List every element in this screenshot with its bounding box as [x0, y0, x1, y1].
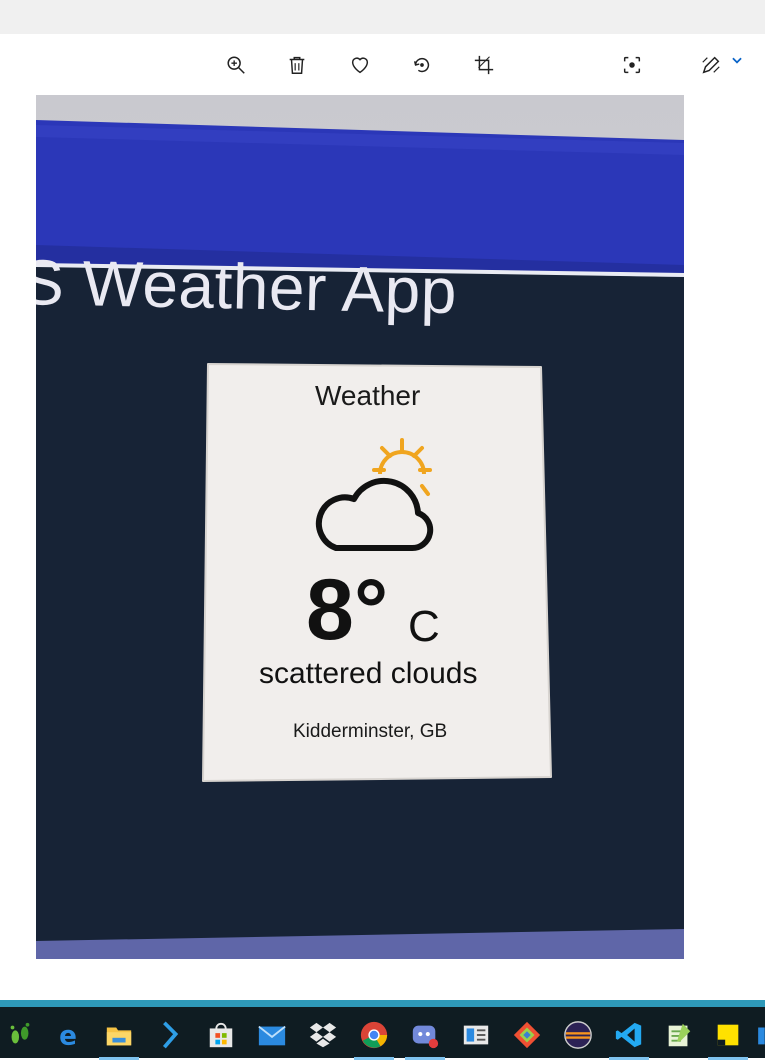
zoom-in-button[interactable]	[218, 48, 254, 82]
chevron-down-icon[interactable]	[730, 53, 744, 67]
footprints-app-icon[interactable]	[4, 1019, 36, 1051]
heart-icon	[351, 57, 369, 74]
zoom-in-icon	[227, 56, 245, 74]
temperature-value: 8°	[306, 562, 389, 658]
chrome-icon[interactable]	[354, 1019, 394, 1060]
location-label: Kidderminster, GB	[293, 721, 448, 742]
dropbox-icon[interactable]	[307, 1019, 339, 1051]
rotate-icon	[413, 57, 430, 73]
lens-icon	[623, 56, 641, 74]
crop-button[interactable]	[466, 48, 502, 82]
crop-icon	[474, 55, 494, 75]
discord-icon[interactable]	[405, 1019, 445, 1060]
file-explorer-icon[interactable]	[99, 1019, 139, 1060]
pen-icon	[702, 56, 720, 74]
edge-icon[interactable]: e	[52, 1019, 84, 1051]
overflow-app-icon[interactable]	[756, 1019, 765, 1051]
photo-viewer-image: S Weather App Weather 8° C scattered clo…	[36, 95, 684, 959]
window-title-bar	[0, 0, 765, 34]
weather-card-title: Weather	[315, 380, 421, 411]
reader-icon[interactable]	[460, 1019, 492, 1051]
visual-search-button[interactable]	[614, 48, 650, 82]
eclipse-icon[interactable]	[562, 1019, 594, 1051]
photo-toolbar	[0, 34, 765, 96]
weather-description: scattered clouds	[259, 657, 478, 690]
rotate-button[interactable]	[404, 48, 440, 82]
favorite-button[interactable]	[342, 48, 378, 82]
mail-icon[interactable]	[256, 1019, 288, 1051]
vscode-icon[interactable]	[609, 1019, 649, 1060]
notepad-plus-icon[interactable]	[663, 1019, 695, 1051]
git-icon[interactable]	[511, 1019, 543, 1051]
trash-icon	[289, 56, 305, 74]
monitor-screen	[36, 120, 684, 959]
delete-button[interactable]	[279, 48, 315, 82]
app-heading: S Weather App	[36, 245, 458, 328]
visual-studio-icon[interactable]	[154, 1019, 186, 1051]
edit-button[interactable]	[700, 48, 756, 82]
svg-text:e: e	[59, 1021, 77, 1050]
windows-taskbar: e	[0, 1000, 765, 1060]
store-icon[interactable]	[205, 1019, 237, 1051]
temperature-unit: C	[408, 602, 440, 651]
sticky-notes-icon[interactable]	[708, 1019, 748, 1060]
